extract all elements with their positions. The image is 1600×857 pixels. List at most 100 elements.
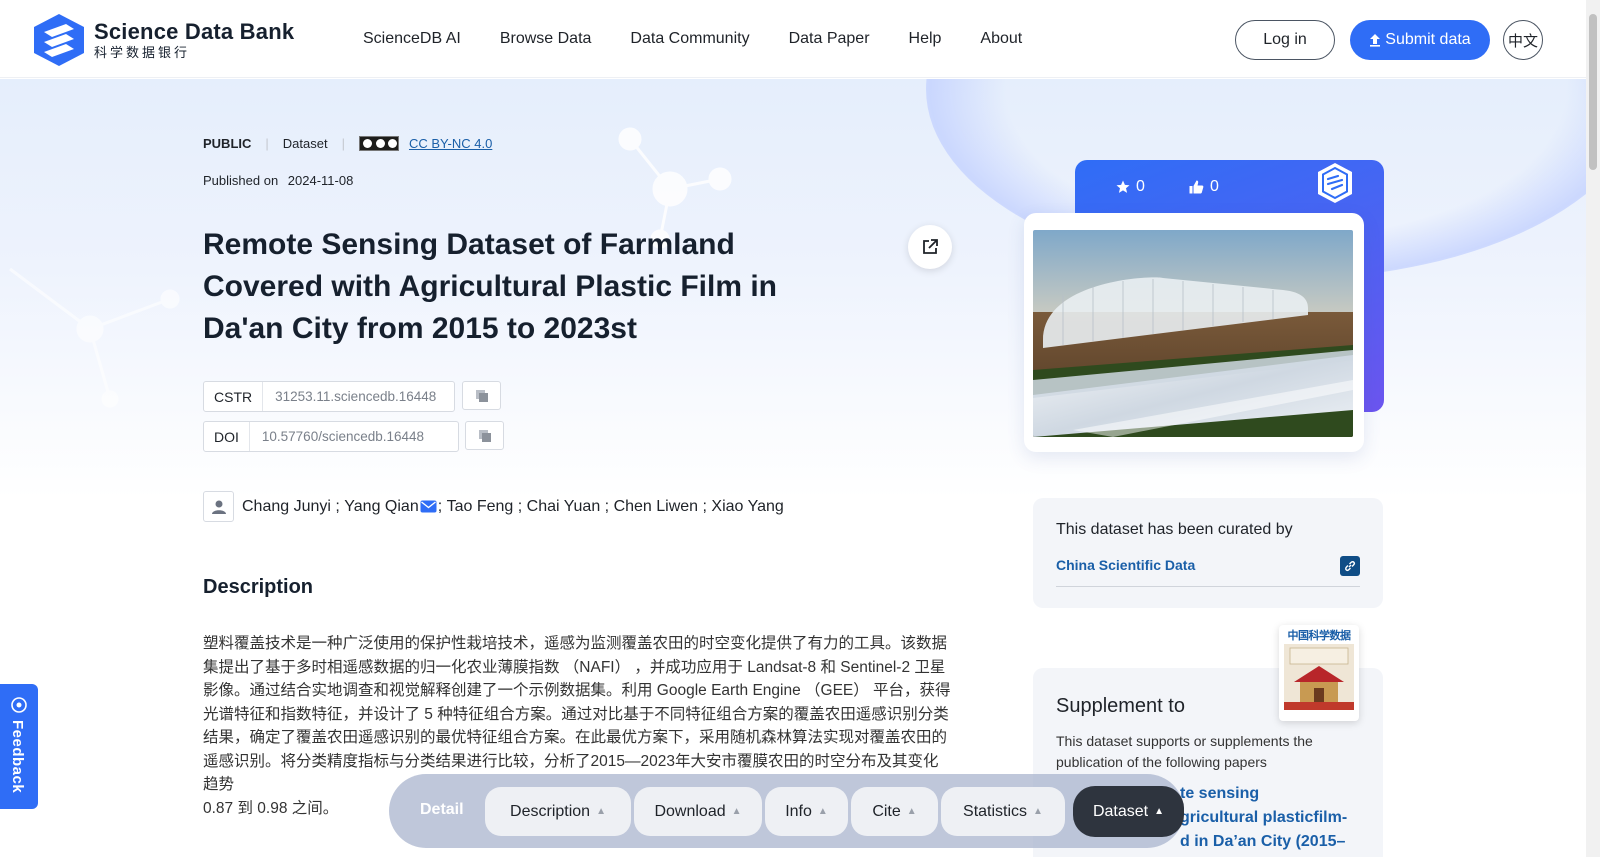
- access-badge: PUBLIC: [203, 136, 252, 151]
- section-tab-bar: Detail Description ▲ Download ▲ Info ▲ Cite…: [389, 774, 1184, 848]
- tab-cite[interactable]: Cite ▲: [851, 787, 938, 836]
- copy-icon: [478, 429, 491, 442]
- doi-value[interactable]: 10.57760/sciencedb.16448: [250, 429, 436, 444]
- login-button[interactable]: Log in: [1235, 20, 1335, 60]
- nav-data-community[interactable]: Data Community: [630, 30, 749, 48]
- chevron-up-icon: ▲: [596, 806, 606, 817]
- author-name[interactable]: Xiao Yang: [711, 498, 783, 516]
- dataset-content: PUBLIC | Dataset | CC BY-NC 4.0 Publishe…: [0, 0, 1586, 857]
- chevron-up-icon: ▲: [817, 806, 828, 817]
- share-button[interactable]: [908, 225, 952, 269]
- nav-browse-data[interactable]: Browse Data: [500, 30, 592, 48]
- cstr-value[interactable]: 31253.11.sciencedb.16448: [263, 389, 448, 404]
- tab-description[interactable]: Description ▲: [485, 787, 631, 836]
- license-link[interactable]: CC BY-NC 4.0: [409, 136, 492, 151]
- page-scrollbar[interactable]: [1586, 0, 1600, 857]
- cstr-label: CSTR: [204, 382, 264, 411]
- tab-info[interactable]: Info ▲: [765, 787, 848, 836]
- sciencedb-badge-icon: [1318, 163, 1352, 203]
- description-heading: Description: [203, 576, 314, 598]
- curated-by-panel: This dataset has been curated by China S…: [1033, 498, 1383, 608]
- cc-license-icon: [358, 136, 399, 151]
- dataset-type: Dataset: [282, 136, 328, 151]
- dataset-cover-image[interactable]: [1033, 230, 1353, 437]
- supplement-title: Supplement to: [1056, 695, 1185, 717]
- journal-cover-art: [1284, 644, 1354, 710]
- main-nav: ScienceDB AI Browse Data Data Community …: [363, 30, 1022, 48]
- author-name[interactable]: Yang Qian: [344, 498, 418, 516]
- chevron-up-icon: ▲: [906, 806, 917, 817]
- tab-bar-label: Detail: [420, 801, 464, 818]
- tab-dataset-label: Dataset: [1092, 802, 1149, 820]
- like-count[interactable]: 0: [1189, 178, 1219, 196]
- cstr-field: CSTR 31253.11.sciencedb.16448: [203, 381, 455, 412]
- tab-dataset[interactable]: Dataset ▲: [1073, 786, 1184, 837]
- published-date-row: Published on 2024-11-08: [203, 173, 353, 188]
- nav-data-paper[interactable]: Data Paper: [789, 30, 870, 48]
- author-separator: ;: [437, 497, 447, 515]
- tab-description-label: Description: [510, 802, 591, 820]
- author-separator: ;: [330, 497, 345, 515]
- author-list: Chang Junyi ; Yang Qian ; Tao Feng ; Cha…: [203, 491, 784, 522]
- author-separator: ;: [513, 497, 527, 515]
- tab-info-label: Info: [785, 802, 812, 820]
- supplement-subtitle: This dataset supports or supplements the…: [1056, 733, 1313, 770]
- star-count-value: 0: [1136, 178, 1145, 195]
- copy-doi-button[interactable]: [465, 421, 504, 450]
- supplement-paper-link[interactable]: te sensing gricultural plasticfilm- d in…: [1180, 782, 1490, 854]
- language-switch-button[interactable]: 中文: [1503, 20, 1543, 60]
- author-name[interactable]: Tao Feng: [447, 498, 514, 516]
- site-logo[interactable]: Science Data Bank 科学数据银行: [30, 12, 294, 68]
- chevron-up-icon: ▲: [1154, 806, 1165, 817]
- journal-cover-image[interactable]: 中国科学数据: [1279, 625, 1359, 721]
- description-tail: 0.87 到 0.98 之间。: [203, 799, 339, 817]
- journal-cover-title: 中国科学数据: [1287, 630, 1352, 642]
- nav-help[interactable]: Help: [909, 30, 942, 48]
- submit-data-button[interactable]: Submit data: [1350, 20, 1490, 60]
- thumbs-up-icon: [1189, 180, 1204, 194]
- copy-icon: [475, 389, 488, 402]
- dataset-title: Remote Sensing Dataset of Farmland Cover…: [203, 228, 777, 345]
- author-name[interactable]: Chang Junyi: [242, 498, 331, 516]
- curator-link[interactable]: China Scientific Data: [1056, 557, 1195, 573]
- scrollbar-thumb[interactable]: [1589, 14, 1597, 170]
- chevron-up-icon: ▲: [1033, 806, 1043, 817]
- star-icon: [1116, 180, 1130, 193]
- published-date: 2024-11-08: [287, 173, 354, 188]
- doi-field: DOI 10.57760/sciencedb.16448: [203, 421, 459, 452]
- tab-statistics[interactable]: Statistics ▲: [941, 787, 1065, 836]
- like-count-value: 0: [1210, 178, 1219, 195]
- feedback-label: Feedback: [9, 720, 26, 794]
- nav-about[interactable]: About: [980, 30, 1022, 48]
- logo-subtitle: 科学数据银行: [94, 45, 191, 60]
- logo-title: Science Data Bank: [94, 19, 295, 44]
- curated-divider: [1056, 586, 1360, 587]
- star-count[interactable]: 0: [1116, 178, 1145, 196]
- author-separator: ;: [698, 497, 712, 515]
- published-label: Published on: [203, 173, 279, 188]
- description-body: 塑料覆盖技术是一种广泛使用的保护性栽培技术，遥感为监测覆盖农田的时空变化提供了有…: [203, 635, 951, 793]
- curated-title: This dataset has been curated by: [1056, 521, 1293, 538]
- author-name[interactable]: Chai Yuan: [527, 498, 601, 516]
- feedback-icon: [11, 697, 27, 713]
- copy-cstr-button[interactable]: [462, 381, 501, 410]
- top-header: Science Data Bank 科学数据银行 ScienceDB AI Br…: [0, 0, 1586, 78]
- mail-icon[interactable]: [420, 500, 437, 513]
- doi-label: DOI: [204, 422, 250, 451]
- tab-statistics-label: Statistics: [963, 802, 1028, 820]
- external-link-icon[interactable]: [1340, 556, 1360, 576]
- nav-sciencedb-ai[interactable]: ScienceDB AI: [363, 30, 461, 48]
- feedback-button[interactable]: Feedback: [0, 684, 38, 809]
- tab-download-label: Download: [654, 802, 726, 820]
- tab-download[interactable]: Download ▲: [634, 787, 762, 836]
- submit-data-label: Submit data: [1385, 31, 1471, 48]
- tab-cite-label: Cite: [872, 802, 901, 820]
- author-separator: ;: [600, 497, 614, 515]
- person-icon: [203, 491, 234, 522]
- sdb-logo-icon: [34, 14, 84, 66]
- meta-divider: |: [265, 136, 269, 151]
- upload-icon: [1370, 34, 1381, 47]
- chevron-up-icon: ▲: [731, 806, 742, 817]
- author-name[interactable]: Chen Liwen: [614, 498, 699, 516]
- share-icon: [923, 239, 938, 254]
